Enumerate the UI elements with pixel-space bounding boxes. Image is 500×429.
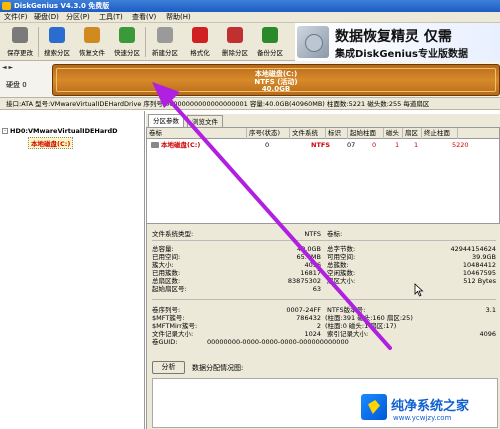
format-icon	[192, 27, 208, 43]
tree-item-partition-c[interactable]: 本地磁盘(C:)	[28, 137, 74, 149]
col-filesystem[interactable]: 文件系统	[290, 128, 326, 139]
data-map-label: 数据分配情况图:	[192, 364, 244, 372]
tree-item-disk[interactable]: - HD0:VMwareVirtualIDEHardD	[2, 127, 118, 135]
col-id[interactable]: 标识	[326, 128, 348, 139]
backup-partition-button[interactable]: 备份分区	[253, 25, 287, 59]
menu-view[interactable]: 查看(V)	[132, 12, 156, 23]
tab-browse-files[interactable]: 浏览文件	[187, 115, 223, 127]
watermark-title: 纯净系统之家	[391, 399, 470, 414]
partition-bar-c[interactable]: 本地磁盘(C:) NTFS (活动) 40.0GB	[52, 64, 500, 96]
mouse-cursor-icon	[414, 283, 424, 297]
app-logo-icon	[2, 2, 11, 10]
disk-label: 硬盘 0	[6, 81, 27, 89]
site-watermark: 纯净系统之家 www.ycwjzy.com	[357, 389, 500, 429]
recover-files-button[interactable]: 恢复文件	[75, 25, 109, 59]
toolbar-divider	[145, 27, 146, 57]
partition-bar-size: 40.0GB	[261, 85, 291, 93]
col-index[interactable]: 序号(状态)	[247, 128, 290, 139]
menu-tools[interactable]: 工具(T)	[99, 12, 123, 23]
menu-bar: 文件(F) 硬盘(D) 分区(P) 工具(T) 查看(V) 帮助(H)	[0, 12, 500, 23]
search-icon	[49, 27, 65, 43]
disk-info-line: 接口:ATA 型号:VMwareVirtualIDEHardDrive 序列号:…	[0, 98, 500, 110]
watermark-url: www.ycwjzy.com	[393, 414, 452, 422]
windows-logo-icon	[361, 394, 387, 420]
analyze-button[interactable]: 分析	[152, 361, 185, 374]
col-end-cylinder[interactable]: 终止柱面	[422, 128, 458, 139]
col-start-cylinder[interactable]: 起始柱面	[348, 128, 384, 139]
drive-icon	[151, 142, 159, 148]
title-bar: DiskGenius V4.3.0 免费版	[0, 0, 500, 12]
hard-disk-icon	[297, 26, 329, 58]
col-sector[interactable]: 扇区	[403, 128, 422, 139]
disk-nav-arrows[interactable]: ◄ ►	[2, 64, 13, 71]
new-partition-icon	[157, 27, 173, 43]
backup-icon	[262, 27, 278, 43]
quick-partition-icon	[119, 27, 135, 43]
toolbar-divider	[38, 27, 39, 57]
table-header: 卷标 序号(状态) 文件系统 标识 起始柱面 磁头 扇区 终止柱面	[147, 128, 499, 139]
save-icon	[12, 27, 28, 43]
menu-disk[interactable]: 硬盘(D)	[34, 12, 59, 23]
menu-file[interactable]: 文件(F)	[4, 12, 28, 23]
table-row[interactable]: 本地磁盘(C:) 0 NTFS 07 0 1 1 5220	[147, 140, 499, 150]
format-button[interactable]: 格式化	[183, 25, 217, 59]
collapse-icon[interactable]: -	[2, 128, 8, 134]
quick-partition-button[interactable]: 快速分区	[110, 25, 144, 59]
delete-partition-icon	[227, 27, 243, 43]
disk-tree: - HD0:VMwareVirtualIDEHardD 本地磁盘(C:)	[0, 111, 145, 429]
delete-partition-button[interactable]: 删除分区	[218, 25, 252, 59]
col-volume-label[interactable]: 卷标	[147, 128, 247, 139]
banner-subtitle: 集成DiskGenius专业版数据	[335, 49, 468, 60]
window-title: DiskGenius V4.3.0 免费版	[14, 2, 110, 10]
recover-icon	[84, 27, 100, 43]
col-head[interactable]: 磁头	[384, 128, 403, 139]
tab-partition-params[interactable]: 分区参数	[148, 114, 184, 127]
new-partition-button[interactable]: 新建分区	[148, 25, 182, 59]
tab-strip: 分区参数 浏览文件	[146, 114, 500, 127]
divider	[152, 240, 496, 241]
search-partition-button[interactable]: 搜索分区	[40, 25, 74, 59]
banner-title: 数据恢复精灵 仅需	[335, 29, 452, 45]
save-changes-button[interactable]: 保存更改	[3, 25, 37, 59]
divider	[152, 299, 496, 300]
menu-help[interactable]: 帮助(H)	[166, 12, 191, 23]
advert-banner[interactable]: 数据恢复精灵 仅需 集成DiskGenius专业版数据	[295, 23, 500, 61]
menu-partition[interactable]: 分区(P)	[66, 12, 90, 23]
